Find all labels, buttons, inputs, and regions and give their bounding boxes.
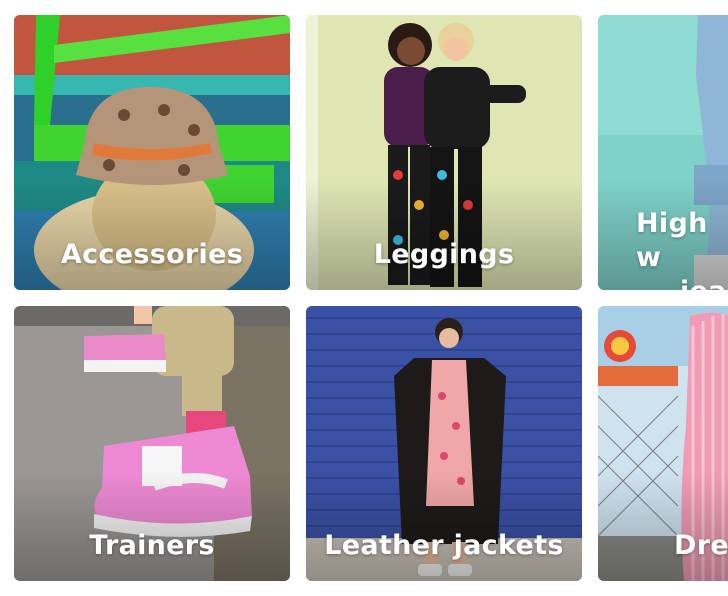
category-tile-dresses[interactable]: Dre [598, 306, 728, 581]
category-grid: Accessories Leggings High w Trainers Lea… [0, 0, 728, 596]
category-label: Dre [674, 530, 728, 561]
category-label: Leather jackets [324, 530, 564, 561]
category-label-line1: High w [636, 208, 708, 273]
label-shade [14, 471, 290, 581]
category-tile-high-waisted-jeans[interactable]: High w jea [598, 15, 728, 290]
label-shade [14, 180, 290, 290]
label-shade [306, 180, 582, 290]
category-label: Trainers [89, 530, 215, 561]
category-tile-leggings[interactable]: Leggings [306, 15, 582, 290]
category-label: Accessories [60, 239, 244, 270]
category-label: Leggings [373, 239, 515, 270]
category-label: High w jea [636, 207, 728, 290]
category-tile-accessories[interactable]: Accessories [14, 15, 290, 290]
category-tile-trainers[interactable]: Trainers [14, 306, 290, 581]
label-shade [598, 471, 728, 581]
category-tile-leather-jackets[interactable]: Leather jackets [306, 306, 582, 581]
label-shade [306, 471, 582, 581]
category-label-line2: jea [636, 276, 727, 290]
